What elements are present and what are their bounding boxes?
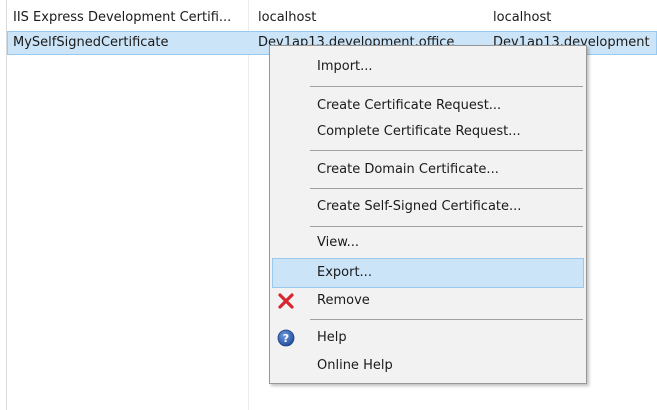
menu-item-create-self-signed-certificate[interactable]: Create Self-Signed Certificate...	[272, 192, 584, 222]
list-left-border	[6, 0, 7, 410]
menu-item-create-domain-certificate[interactable]: Create Domain Certificate...	[272, 155, 584, 185]
menu-item-label: Remove	[317, 293, 370, 308]
menu-item-complete-certificate-request[interactable]: Complete Certificate Request...	[272, 117, 584, 147]
certificate-name: MySelfSignedCertificate	[13, 35, 169, 50]
menu-item-help[interactable]: ? Help	[272, 323, 584, 353]
context-menu: Import... Create Certificate Request... …	[269, 45, 587, 384]
menu-separator	[310, 226, 583, 227]
certificates-list-view: IIS Express Development Certifi... local…	[0, 0, 657, 410]
menu-item-remove[interactable]: Remove	[272, 286, 584, 316]
help-icon: ?	[277, 329, 295, 347]
menu-separator	[310, 86, 583, 87]
menu-item-label: Help	[317, 330, 347, 345]
menu-item-label: Create Self-Signed Certificate...	[317, 199, 522, 214]
menu-separator	[310, 319, 583, 320]
menu-separator	[310, 150, 583, 151]
menu-item-label: Complete Certificate Request...	[317, 124, 521, 139]
certificate-issued-to: localhost	[258, 10, 317, 25]
menu-item-online-help[interactable]: Online Help	[272, 351, 584, 381]
menu-item-label: Online Help	[317, 358, 393, 373]
menu-item-label: View...	[317, 235, 360, 250]
menu-separator	[310, 188, 583, 189]
svg-text:?: ?	[283, 332, 289, 345]
menu-item-label: Create Domain Certificate...	[317, 162, 499, 177]
menu-item-label: Export...	[317, 265, 372, 280]
column-divider	[248, 0, 249, 410]
menu-item-label: Import...	[317, 59, 373, 74]
menu-item-export[interactable]: Export...	[272, 258, 584, 288]
certificate-row-iis-express[interactable]: IIS Express Development Certifi... local…	[7, 6, 657, 30]
remove-icon	[277, 292, 295, 310]
certificate-name: IIS Express Development Certifi...	[13, 10, 232, 25]
certificate-issued-by: localhost	[493, 10, 552, 25]
menu-item-import[interactable]: Import...	[272, 52, 584, 82]
menu-item-view[interactable]: View...	[272, 228, 584, 258]
